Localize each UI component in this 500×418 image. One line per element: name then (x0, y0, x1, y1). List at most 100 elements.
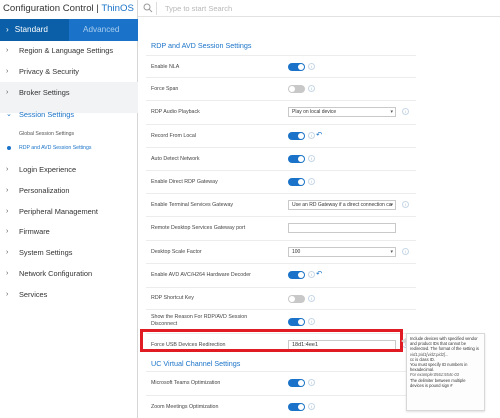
usb-redirection-tooltip: Include devices with specified vendor an… (406, 333, 485, 411)
sidebar-item-broker-settings[interactable]: › Broker Settings (0, 83, 138, 103)
zoom-optimization-toggle[interactable] (288, 403, 305, 411)
show-disconnect-reason-toggle[interactable] (288, 318, 305, 326)
setting-row-rdp-shortcut-key: RDP Shortcut Key i (146, 287, 416, 309)
setting-row-direct-rdp-gateway: Enable Direct RDP Gateway i (146, 170, 416, 193)
setting-label: RDP Audio Playback (151, 109, 200, 115)
sidebar-item-label: Network Configuration (19, 269, 93, 278)
rdp-audio-playback-select[interactable]: Play on local device ▾ (288, 107, 396, 117)
app-title: Configuration Control | ThinOS (0, 0, 137, 16)
sidebar-item-label: System Settings (19, 248, 73, 257)
tab-standard[interactable]: › Standard (0, 19, 69, 41)
chevron-right-icon: › (6, 47, 9, 54)
section-title-rdp-avd: RDP and AVD Session Settings (151, 41, 252, 50)
sidebar-subitem-global-session[interactable]: Global Session Settings (0, 128, 138, 140)
search-bar (138, 0, 500, 17)
chevron-right-icon: › (6, 68, 9, 75)
sidebar-item-label: Firmware (19, 227, 50, 236)
info-icon[interactable]: i (308, 295, 315, 302)
info-icon[interactable]: i (308, 271, 315, 278)
setting-label-line2: Disconnect (151, 321, 178, 327)
app-title-brand: ThinOS (101, 3, 134, 14)
search-input[interactable] (165, 2, 365, 14)
record-from-local-toggle[interactable] (288, 132, 305, 140)
info-icon[interactable]: i (308, 178, 315, 185)
search-icon[interactable] (143, 3, 153, 13)
sidebar-item-network-configuration[interactable]: › Network Configuration (0, 264, 138, 284)
setting-label: Enable NLA (151, 64, 180, 70)
direct-rdp-gateway-toggle[interactable] (288, 178, 305, 186)
setting-row-force-span: Force Span i (146, 77, 416, 100)
setting-label: Force Span (151, 86, 179, 92)
sidebar-item-session-settings[interactable]: ⌄ Session Settings (0, 105, 138, 125)
teams-optimization-toggle[interactable] (288, 379, 305, 387)
setting-row-auto-detect-network: Auto Detect Network i (146, 147, 416, 170)
toggle-knob (289, 296, 295, 302)
sidebar-item-label: Session Settings (19, 110, 75, 119)
info-icon[interactable]: i (308, 155, 315, 162)
sidebar-item-system-settings[interactable]: › System Settings (0, 243, 138, 263)
tooltip-line: devices is pound sign # (410, 382, 453, 388)
info-icon[interactable]: i (308, 403, 315, 410)
sidebar-item-label: Peripheral Management (19, 207, 98, 216)
chevron-right-icon: › (6, 187, 9, 194)
force-span-toggle[interactable] (288, 85, 305, 93)
info-icon[interactable]: i (308, 132, 315, 139)
terminal-services-gateway-select[interactable]: Use an RD Gateway if a direct connection… (288, 200, 396, 210)
tab-standard-label: Standard (14, 25, 48, 34)
toggle-knob (298, 179, 304, 185)
setting-row-enable-nla: Enable NLA i (146, 55, 416, 77)
info-icon[interactable]: i (308, 63, 315, 70)
setting-row-zoom-optimization: Zoom Meetings Optimization i (146, 395, 416, 418)
tab-advanced-label: Advanced (83, 25, 120, 34)
toggle-knob (298, 272, 304, 278)
sidebar-item-services[interactable]: › Services (0, 285, 138, 305)
sidebar-item-label: Services (19, 290, 48, 299)
reset-icon[interactable]: ↶ (316, 270, 322, 278)
sidebar-item-peripheral-management[interactable]: › Peripheral Management (0, 202, 138, 222)
setting-label: Zoom Meetings Optimization (151, 404, 219, 410)
info-icon[interactable]: i (402, 201, 409, 208)
chevron-right-icon: › (6, 249, 9, 256)
sidebar-item-label: Region & Language Settings (19, 46, 114, 55)
auto-detect-network-toggle[interactable] (288, 155, 305, 163)
tab-advanced[interactable]: Advanced (69, 19, 138, 41)
setting-label: Auto Detect Network (151, 156, 200, 162)
tooltip-line: redirected. The format of the setting is (410, 346, 479, 352)
sidebar-item-privacy-security[interactable]: › Privacy & Security (0, 62, 138, 82)
chevron-right-icon: › (6, 89, 9, 96)
setting-row-avd-hw-decoder: Enable AVD AVC/H264 Hardware Decoder i ↶ (146, 263, 416, 287)
rdp-shortcut-key-toggle[interactable] (288, 295, 305, 303)
select-value: Use an RD Gateway if a direct connection… (292, 202, 392, 208)
setting-row-terminal-services-gateway: Enable Terminal Services Gateway Use an … (146, 193, 416, 216)
sidebar-item-personalization[interactable]: › Personalization (0, 181, 138, 201)
setting-label: Enable AVD AVC/H264 Hardware Decoder (151, 272, 251, 278)
setting-label: Desktop Scale Factor (151, 249, 202, 255)
setting-label-line1: Show the Reason For RDP/AVD Session (151, 314, 248, 320)
sidebar-item-firmware[interactable]: › Firmware (0, 222, 138, 242)
info-icon[interactable]: i (402, 248, 409, 255)
chevron-right-icon: › (6, 270, 9, 277)
section-title-uc-virtual-channel: UC Virtual Channel Settings (151, 359, 241, 368)
sidebar-item-login-experience[interactable]: › Login Experience (0, 160, 138, 180)
setting-label: Enable Direct RDP Gateway (151, 179, 218, 185)
desktop-scale-factor-select[interactable]: 100 ▾ (288, 247, 396, 257)
chevron-right-icon: › (6, 166, 9, 173)
toggle-knob (298, 404, 304, 410)
sidebar-item-label: Login Experience (19, 165, 77, 174)
setting-label: Microsoft Teams Optimization (151, 380, 221, 386)
info-icon[interactable]: i (308, 318, 315, 325)
reset-icon[interactable]: ↶ (316, 131, 322, 139)
avd-hw-decoder-toggle[interactable] (288, 271, 305, 279)
chevron-down-icon: ▾ (390, 202, 393, 208)
sidebar-item-region-language[interactable]: › Region & Language Settings (0, 41, 138, 61)
chevron-right-icon: › (6, 208, 9, 215)
chevron-right-icon: › (6, 291, 9, 298)
info-icon[interactable]: i (402, 108, 409, 115)
chevron-down-icon: ▾ (390, 109, 393, 115)
info-icon[interactable]: i (308, 85, 315, 92)
setting-label: RDP Shortcut Key (151, 295, 194, 301)
info-icon[interactable]: i (308, 379, 315, 386)
rds-gateway-port-input[interactable] (288, 223, 396, 233)
sidebar-subitem-rdp-avd-session[interactable]: RDP and AVD Session Settings (0, 142, 138, 154)
enable-nla-toggle[interactable] (288, 63, 305, 71)
